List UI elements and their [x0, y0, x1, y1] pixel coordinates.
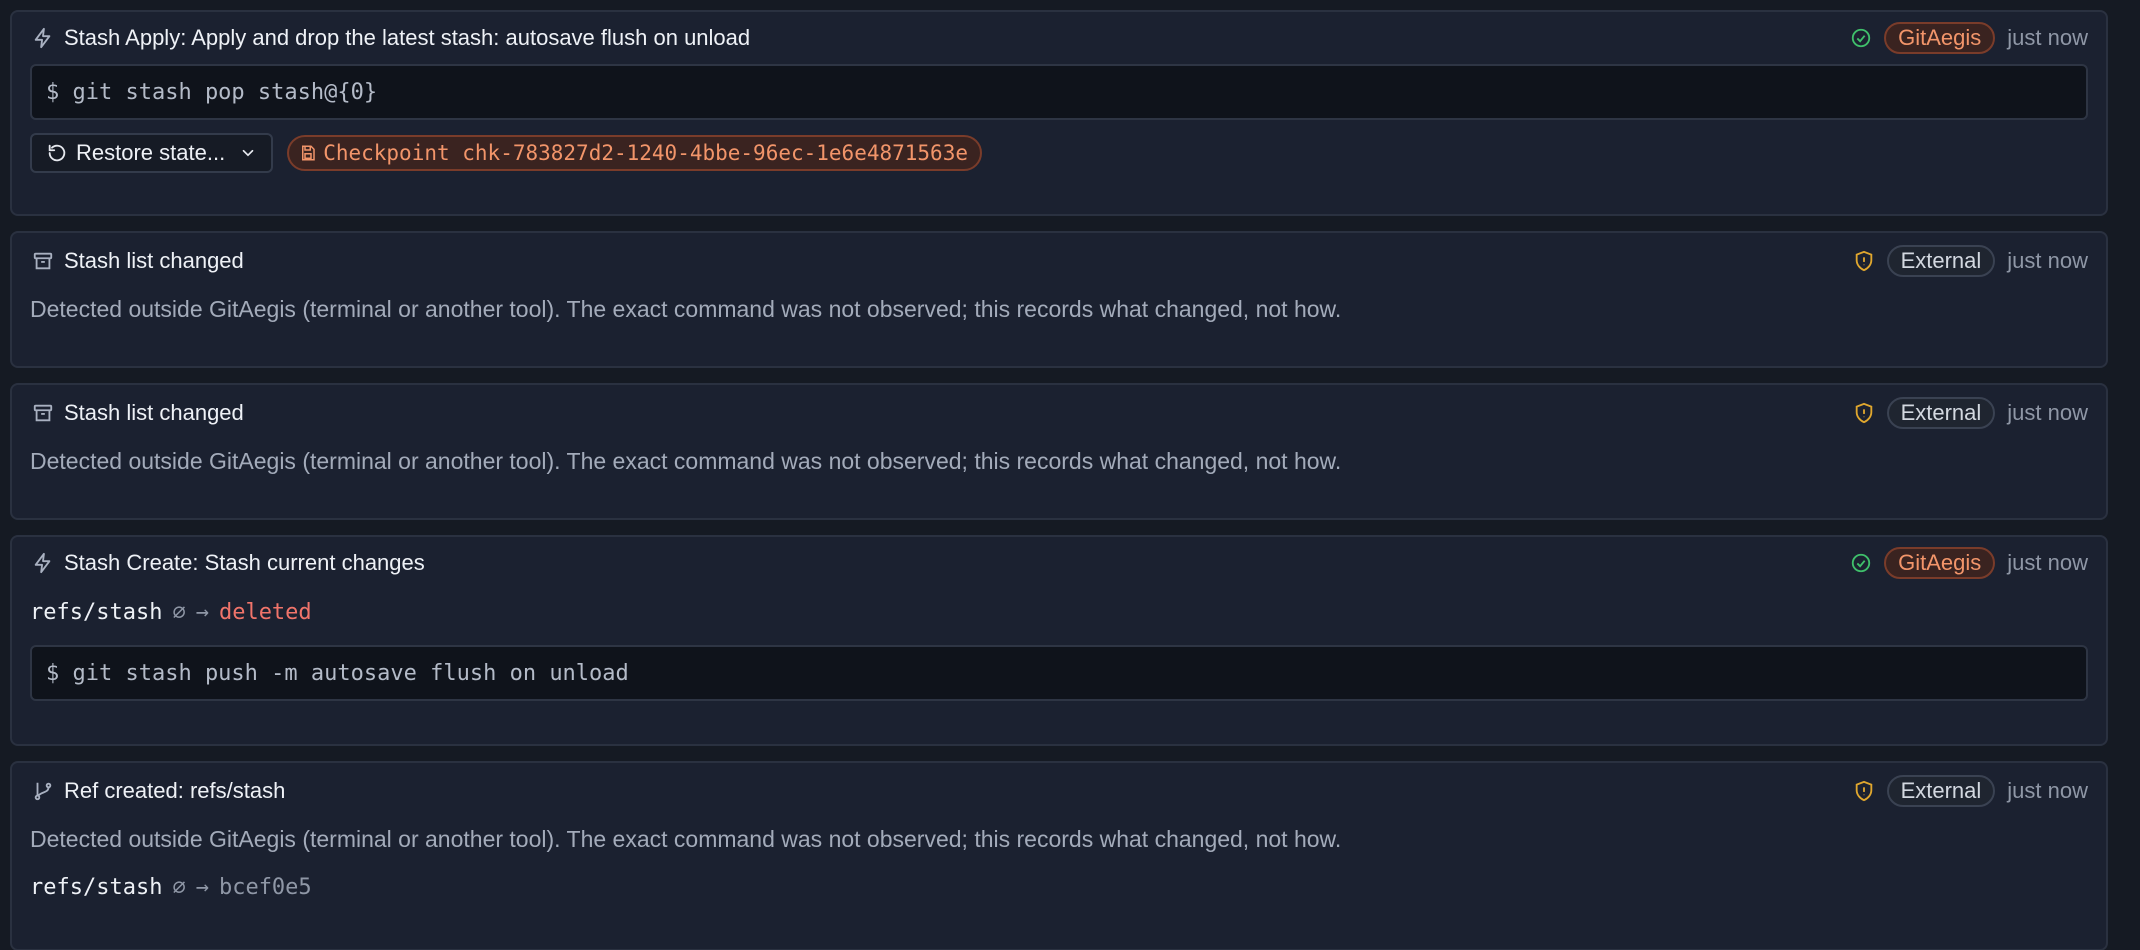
- shield-alert-icon: [1851, 778, 1877, 804]
- activity-feed: Stash Apply: Apply and drop the latest s…: [0, 0, 2140, 950]
- event-description: Detected outside GitAegis (terminal or a…: [30, 447, 1342, 474]
- checkpoint-label: Checkpoint chk-783827d2-1240-4bbe-96ec-1…: [323, 141, 968, 165]
- checkpoint-badge[interactable]: Checkpoint chk-783827d2-1240-4bbe-96ec-1…: [287, 135, 982, 171]
- event-header: Stash Create: Stash current changes GitA…: [30, 537, 2088, 589]
- event-card: Ref created: refs/stash External just no…: [10, 761, 2108, 950]
- ref-name: refs/stash: [30, 599, 163, 625]
- shield-alert-icon: [1851, 400, 1877, 426]
- git-branch-icon: [30, 778, 56, 804]
- restore-state-label: Restore state...: [76, 140, 226, 165]
- archive-icon: [30, 400, 56, 426]
- event-meta: GitAegis just now: [1848, 22, 2088, 54]
- event-time: just now: [2007, 248, 2088, 273]
- arrow-right-icon: →: [195, 874, 209, 900]
- save-icon: [299, 144, 317, 162]
- event-header: Stash Apply: Apply and drop the latest s…: [30, 12, 2088, 64]
- event-header: Stash list changed External just now: [30, 385, 2088, 441]
- ref-new-value: bcef0e5: [218, 874, 312, 900]
- event-card: Stash list changed External just now Det…: [10, 383, 2108, 520]
- bolt-icon: [30, 550, 56, 576]
- shield-alert-icon: [1851, 248, 1877, 274]
- event-title: Stash Apply: Apply and drop the latest s…: [64, 25, 751, 50]
- chevron-down-icon: [239, 144, 257, 162]
- ref-old-value: ∅: [172, 874, 186, 900]
- source-badge: GitAegis: [1884, 547, 1996, 579]
- event-description: Detected outside GitAegis (terminal or a…: [30, 295, 1342, 322]
- source-badge: External: [1886, 397, 1996, 429]
- event-card: Stash Create: Stash current changes GitA…: [10, 535, 2108, 746]
- archive-icon: [30, 248, 56, 274]
- event-time: just now: [2007, 400, 2088, 425]
- ref-change: refs/stash ∅ → bcef0e5: [30, 865, 2088, 909]
- event-description: Detected outside GitAegis (terminal or a…: [30, 825, 1342, 852]
- command-block: $ git stash pop stash@{0}: [30, 64, 2088, 120]
- check-circle-icon: [1848, 25, 1874, 51]
- source-badge: External: [1886, 245, 1996, 277]
- event-header: Ref created: refs/stash External just no…: [30, 763, 2088, 819]
- restore-state-button[interactable]: Restore state...: [30, 133, 274, 173]
- ref-old-value: ∅: [172, 599, 186, 625]
- check-circle-icon: [1848, 550, 1874, 576]
- event-title: Stash Create: Stash current changes: [64, 550, 425, 575]
- event-title: Ref created: refs/stash: [64, 778, 286, 803]
- event-card: Stash list changed External just now Det…: [10, 231, 2108, 368]
- event-title: Stash list changed: [64, 400, 244, 425]
- event-header: Stash list changed External just now: [30, 233, 2088, 289]
- event-meta: External just now: [1851, 397, 2088, 429]
- event-meta: GitAegis just now: [1848, 547, 2088, 579]
- source-badge: External: [1886, 775, 1996, 807]
- event-meta: External just now: [1851, 775, 2088, 807]
- command-block: $ git stash push -m autosave flush on un…: [30, 645, 2088, 701]
- event-time: just now: [2007, 550, 2088, 575]
- arrow-right-icon: →: [195, 599, 209, 625]
- ref-name: refs/stash: [30, 874, 163, 900]
- bolt-icon: [30, 25, 56, 51]
- event-title: Stash list changed: [64, 248, 244, 273]
- event-meta: External just now: [1851, 245, 2088, 277]
- source-badge: GitAegis: [1884, 22, 1996, 54]
- event-time: just now: [2007, 25, 2088, 50]
- ref-change: refs/stash ∅ → deleted: [30, 589, 2088, 635]
- event-actions: Restore state... Checkpoint chk-783827d2…: [30, 120, 2088, 186]
- event-time: just now: [2007, 778, 2088, 803]
- rotate-ccw-icon: [46, 142, 68, 164]
- event-card: Stash Apply: Apply and drop the latest s…: [10, 10, 2108, 216]
- ref-new-value: deleted: [218, 599, 312, 625]
